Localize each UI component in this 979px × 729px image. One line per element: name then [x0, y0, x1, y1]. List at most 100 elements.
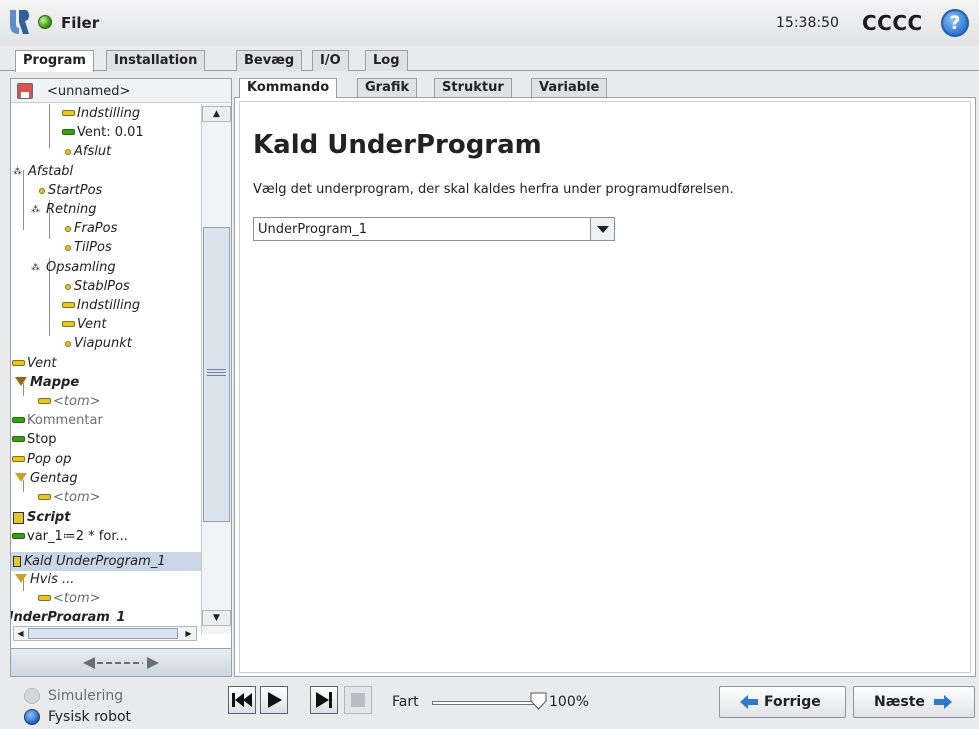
tree-node-selected[interactable]: Kald UnderProgram_1 [13, 552, 166, 571]
stop-icon [351, 693, 365, 707]
yellow-bar-icon [39, 398, 50, 403]
tree-node[interactable]: StartPos [39, 181, 102, 200]
waypoint-icon [65, 283, 71, 290]
save-floppy-icon[interactable] [17, 83, 33, 99]
tree-node[interactable]: Script [13, 508, 70, 527]
waypoint-icon [65, 340, 71, 347]
tree-node[interactable]: ⁂ Opsamling [31, 258, 116, 277]
loop-triangle-icon [15, 473, 27, 482]
scroll-right-icon[interactable]: ▶ [182, 627, 195, 640]
green-bar-icon [63, 129, 74, 134]
next-button[interactable]: Næste [853, 686, 975, 718]
horizontal-scroll-thumb[interactable] [28, 628, 178, 639]
tab-graphics[interactable]: Grafik [357, 78, 418, 98]
tree-node[interactable]: Stop [13, 430, 57, 449]
subprogram-select-value: UnderProgram_1 [258, 222, 367, 237]
yellow-bar-icon [39, 494, 50, 499]
speed-label: Fart [392, 694, 419, 710]
program-tree[interactable]: Indstilling Vent: 0.01 Afslut ⁂ Afstabl S… [11, 104, 201, 621]
tab-structure[interactable]: Struktur [434, 78, 512, 98]
subprogram-select[interactable]: UnderProgram_1 [253, 217, 615, 241]
tree-node[interactable]: Vent: 0.01 [63, 123, 144, 142]
tab-variables[interactable]: Variable [531, 78, 608, 98]
scroll-down-icon[interactable]: ▼ [202, 610, 231, 626]
simulation-mode-icon [24, 688, 40, 704]
rewind-button[interactable] [228, 686, 256, 714]
yellow-bar-icon [39, 595, 50, 600]
tree-node[interactable]: TilPos [65, 238, 112, 257]
green-bar-icon [13, 533, 24, 538]
script-icon [13, 511, 24, 524]
page-title: Kald UnderProgram [253, 130, 542, 160]
yellow-bar-icon [13, 360, 24, 365]
tree-vertical-scrollbar[interactable]: ▲ ▼ [201, 104, 231, 634]
toggle-panel-width-button[interactable] [11, 648, 231, 676]
play-button[interactable] [260, 686, 288, 714]
tree-node[interactable]: ⁂ Afstabl [13, 162, 73, 181]
arrow-left-icon [740, 695, 758, 709]
tree-node[interactable]: StablPos [65, 277, 130, 296]
tree-node[interactable]: Hvis ... [15, 570, 74, 589]
tree-node[interactable]: Mappe [15, 373, 79, 392]
tree-node[interactable]: ⁂ Retning [31, 200, 96, 219]
tree-node[interactable]: <tom> [39, 589, 101, 608]
waypoint-icon [65, 225, 71, 232]
yellow-bar-icon [63, 321, 74, 326]
tab-program[interactable]: Program [15, 50, 94, 72]
skip-back-icon [232, 693, 252, 707]
tree-node[interactable]: Vent [13, 354, 56, 373]
green-bar-icon [13, 436, 24, 441]
tree-node[interactable]: Afslut [65, 142, 111, 161]
help-button[interactable]: ? [941, 9, 969, 37]
tree-node[interactable]: Viapunkt [65, 334, 132, 353]
waypoint-icon [39, 187, 45, 194]
tree-node[interactable]: Vent [63, 315, 106, 334]
tree-node[interactable]: Kommentar [13, 411, 103, 430]
app-title[interactable]: Filer [61, 14, 99, 32]
tree-horizontal-scrollbar[interactable]: ◀ ▶ [13, 626, 197, 641]
tab-command[interactable]: Kommando [239, 78, 338, 98]
speed-value: 100% [549, 694, 590, 710]
speed-slider-handle[interactable] [530, 692, 547, 710]
tree-node[interactable]: Indstilling [63, 296, 140, 315]
tree-node[interactable]: Indstilling [63, 104, 140, 123]
step-forward-icon [316, 692, 332, 708]
tree-node[interactable]: Pop op [13, 450, 71, 469]
clock: 15:38:50 [776, 15, 839, 31]
stop-button[interactable] [344, 686, 372, 714]
tree-node[interactable]: var_1≔2 * for... [13, 527, 128, 546]
scroll-thumb[interactable] [203, 227, 230, 522]
tree-node[interactable]: Gentag [15, 469, 78, 488]
speed-slider[interactable] [432, 701, 534, 705]
command-panel: Kald UnderProgram Vælg det underprogram,… [234, 97, 976, 677]
yellow-bar-icon [13, 456, 24, 461]
waypoint-icon [65, 148, 71, 155]
play-icon [268, 692, 282, 708]
tree-node[interactable]: <tom> [39, 392, 101, 411]
if-triangle-icon [15, 574, 27, 583]
previous-button[interactable]: Forrige [719, 686, 846, 718]
step-button[interactable] [310, 686, 338, 714]
tab-installation[interactable]: Installation [106, 50, 206, 71]
yellow-bar-icon [63, 302, 74, 307]
scroll-up-icon[interactable]: ▲ [202, 106, 231, 122]
pattern-icon: ⁂ [31, 262, 40, 273]
scroll-left-icon[interactable]: ◀ [14, 627, 27, 640]
page-description: Vælg det underprogram, der skal kaldes h… [253, 182, 734, 197]
file-row[interactable]: <unnamed> [11, 79, 231, 103]
robot-name: CCCC [862, 11, 923, 35]
waypoint-icon [65, 244, 71, 251]
tab-log[interactable]: Log [365, 50, 408, 71]
tab-move[interactable]: Bevæg [236, 50, 303, 71]
tree-node[interactable]: FraPos [65, 219, 117, 238]
tree-node[interactable]: <tom> [39, 488, 101, 507]
folder-triangle-icon [15, 377, 27, 386]
tab-io[interactable]: I/O [312, 50, 349, 71]
tree-node[interactable]: UnderProgram_1 [11, 608, 125, 621]
top-bar: Filer 15:38:50 CCCC ? [0, 0, 979, 46]
pattern-icon: ⁂ [31, 204, 40, 215]
program-file-name: <unnamed> [47, 84, 131, 99]
yellow-bar-icon [63, 110, 74, 115]
chevron-down-icon[interactable] [590, 218, 614, 240]
program-tree-panel: <unnamed> Indstilling Vent: 0.01 Afslut … [10, 78, 232, 677]
